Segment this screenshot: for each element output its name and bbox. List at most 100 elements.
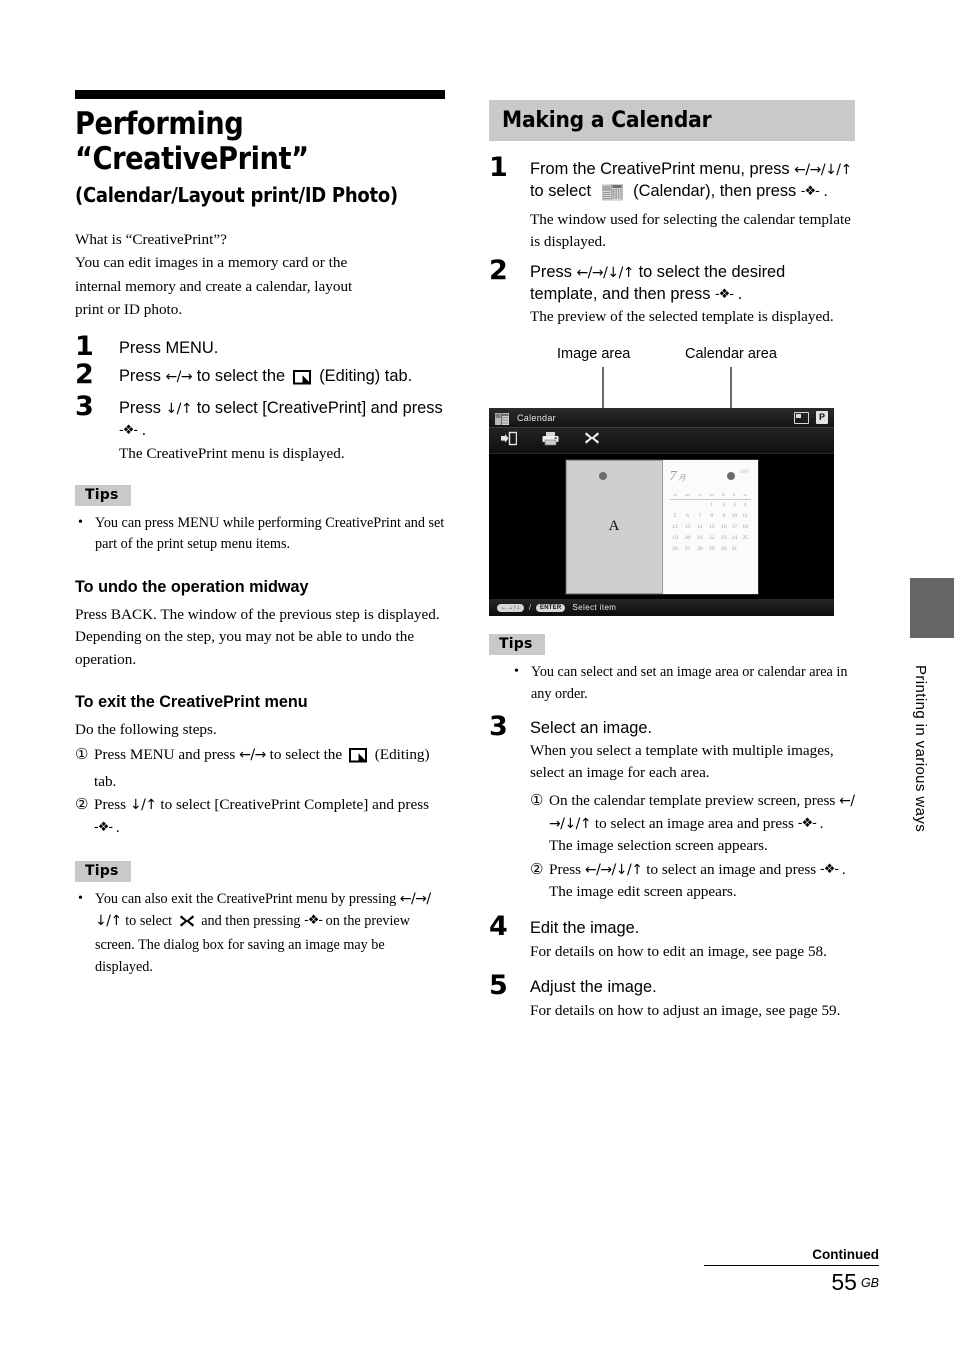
status-text: Select item (572, 603, 617, 613)
continued-label: Continued (812, 1247, 879, 1262)
circled-number: ② (530, 861, 544, 878)
callout-label-calendar-area: Calendar area (685, 346, 777, 363)
section-header: Making a Calendar (489, 100, 855, 141)
calendar-day: 15 (708, 524, 715, 530)
tips-label: Tips (489, 634, 545, 656)
left-steps-list: 1 Press MENU. 2 Press ←/→ to select the … (75, 333, 445, 464)
calendar-day: 23 (720, 534, 727, 541)
step-1: 1 From the CreativePrint menu, press ←/→… (489, 154, 855, 253)
step-number: 2 (75, 359, 94, 391)
device-title-icons: P (794, 411, 828, 425)
page-subtitle: (Calendar/Layout print/ID Photo) (75, 183, 398, 208)
step-text: Press (119, 367, 166, 386)
step-1: 1 Press MENU. (75, 333, 445, 360)
calendar-day: 17 (731, 524, 738, 530)
substep-note: The image edit screen appears. (549, 883, 737, 901)
calendar-day: 13 (684, 524, 691, 530)
arrow-keys-glyph: ←/→/↓/↑ (576, 264, 635, 281)
status-separator: / (528, 603, 532, 613)
exit-step-1: ① Press MENU and press ←/→ to select the … (75, 744, 445, 793)
tips-list: You can select and set an image area or … (511, 661, 855, 705)
calendar-day: 1 (710, 502, 714, 509)
exit-step-text: Press (94, 796, 130, 814)
intro-line: You can edit images in a memory card or … (75, 254, 348, 272)
figure-callouts: Image area Calendar area (489, 346, 855, 481)
calendar-body: 1 2 3 4 5 6 7 8 9 10 11 12 13 14 15 16 1… (670, 499, 751, 553)
calendar-day: 5 (673, 513, 677, 520)
calendar-area[interactable]: 2007 7月 su mo tu we th fr sa 1 2 3 4 5 6… (662, 459, 758, 594)
side-tab-label: Printing in various ways (912, 665, 929, 833)
calendar-day: 12 (672, 524, 678, 530)
tips-label: Tips (75, 484, 131, 506)
weekday: su (669, 490, 681, 500)
substep-text: . (815, 814, 824, 832)
print-p-icon: P (816, 411, 828, 425)
image-area[interactable]: A (565, 459, 663, 594)
calendar-day: 4 (743, 502, 747, 509)
dpad-enter-glyph: -❖- (714, 286, 734, 302)
tips-text: to select (121, 912, 176, 929)
step-2: 2 Press ←/→ to select the (Editing) tab. (75, 361, 445, 392)
calendar-week-row: 19 20 21 22 23 24 25 (670, 532, 751, 543)
calendar-weekday-row: su mo tu we th fr sa (669, 490, 751, 500)
step-text: to select (530, 181, 596, 200)
exit-step-text: to select [CreativePrint Complete] and p… (156, 796, 430, 814)
dpad-enter-glyph: -❖- (304, 912, 323, 928)
step-text: to select [CreativePrint] and press (192, 399, 443, 418)
weekday: sa (739, 490, 751, 500)
footer-rule (704, 1265, 879, 1266)
step-subtext: The preview of the selected template is … (530, 308, 834, 326)
calendar-day: 14 (697, 524, 703, 530)
device-screen: Calendar P A 2007 7 月 su mo tu we th fr … (489, 408, 834, 617)
exit-step-text: . (112, 818, 120, 836)
calendar-week-row: 5 6 7 8 9 10 11 (670, 511, 751, 522)
exit-step-2: ② Press ↓/↑ to select [CreativePrint Comp… (75, 794, 445, 839)
region-code: GB (860, 1276, 879, 1290)
print-icon[interactable] (542, 431, 559, 451)
calendar-week-row: 1 2 3 4 (670, 499, 751, 510)
substep-2: ② Press ←/→/↓/↑ to select an image and pr… (530, 859, 855, 904)
calendar-day: 22 (708, 534, 715, 541)
intro-line: print or ID photo. (75, 301, 183, 319)
page-number: 55 GB (779, 1269, 879, 1296)
tips-text: You can also exit the CreativePrint menu… (95, 891, 400, 908)
calendar-day: 16 (720, 524, 727, 530)
dpad-enter-glyph: -❖- (800, 183, 820, 199)
page-number-value: 55 (831, 1269, 857, 1295)
calendar-mode-icon (495, 412, 509, 425)
calendar-day: 19 (672, 534, 678, 541)
step-2: 2 Press ←/→/↓/↑ to select the desired te… (489, 257, 855, 329)
calendar-month-suffix: 月 (678, 473, 686, 482)
memory-card-icon (794, 411, 809, 424)
step-number: 1 (75, 331, 94, 363)
arrow-keys-glyph: ↓/↑ (165, 401, 193, 418)
title-rule (75, 90, 445, 99)
tips-block-right: Tips You can select and set an image are… (489, 634, 855, 705)
step-4: 4 Edit the image. For details on how to … (489, 913, 855, 963)
tips-item: You can also exit the CreativePrint menu… (75, 888, 445, 978)
weekday: mo (680, 490, 695, 500)
dpad-enter-glyph: -❖- (94, 819, 113, 835)
step-number: 4 (489, 910, 508, 942)
dpad-enter-glyph: -❖- (119, 422, 138, 438)
callout-label-image-area: Image area (557, 346, 631, 363)
calendar-year: 2007 (739, 469, 750, 475)
step-subtext: The window used for selecting the calend… (530, 210, 851, 250)
exit-step-text: Press MENU and press (94, 746, 240, 764)
tips-list: You can press MENU while performing Crea… (75, 512, 445, 556)
tips-item: You can press MENU while performing Crea… (75, 512, 445, 556)
calendar-day: 25 (742, 534, 748, 541)
device-toolbar (489, 428, 834, 455)
circled-number: ② (75, 797, 89, 814)
step-heading: Press ←/→/↓/↑ to select the desired temp… (530, 262, 855, 306)
calendar-day: 29 (708, 545, 715, 552)
enter-icon[interactable] (501, 431, 518, 451)
calendar-icon (601, 183, 623, 208)
step-text: Press (119, 399, 166, 418)
calendar-day: 2 (722, 502, 726, 509)
right-column: Making a Calendar 1 From the CreativePri… (489, 100, 855, 1031)
side-tab-marker (910, 578, 954, 638)
exit-intro: Do the following steps. (75, 720, 217, 738)
step-heading: Select an image. (530, 718, 653, 737)
close-icon[interactable] (584, 431, 600, 451)
